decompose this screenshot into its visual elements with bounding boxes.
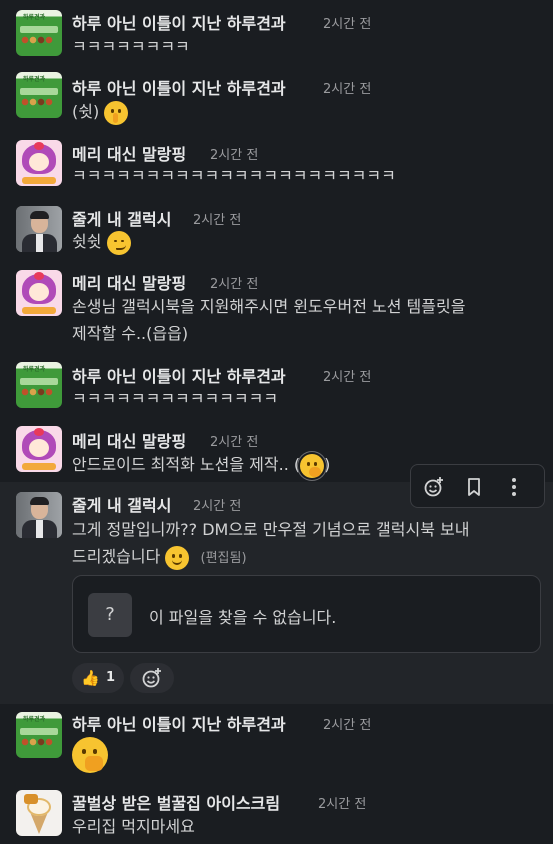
bookmark-icon xyxy=(468,478,480,496)
message-text: (쉿) xyxy=(72,98,129,126)
message-text: ㅋㅋㅋㅋㅋㅋㅋㅋㅋㅋㅋㅋㅋㅋㅋㅋㅋㅋㅋㅋㅋㅋ xyxy=(72,166,396,185)
username[interactable]: 메리 대신 말랑핑 xyxy=(72,270,186,294)
message-item: 메리 대신 말랑핑 2시간 전 손생님 갤럭시북을 지원해주시면 윈도우버전 노… xyxy=(0,262,553,356)
message-text: 그게 정말입니까?? DM으로 만우절 기념으로 갤럭시북 보내 xyxy=(72,520,470,539)
timestamp[interactable]: 2시간 전 xyxy=(210,144,258,163)
username[interactable]: 메리 대신 말랑핑 xyxy=(72,428,186,452)
message-item: 줄게 내 갤럭시 2시간 전 쉿쉿 xyxy=(0,196,553,262)
timestamp[interactable]: 2시간 전 xyxy=(318,793,366,812)
message-item: 하루견과 하루 아닌 이틀이 지난 하루견과 2시간 전 (쉿) xyxy=(0,64,553,130)
timestamp[interactable]: 2시간 전 xyxy=(193,495,241,514)
timestamp[interactable]: 2시간 전 xyxy=(323,366,371,385)
message-text: 쉿쉿 xyxy=(72,228,131,256)
username[interactable]: 줄게 내 갤럭시 xyxy=(72,206,171,230)
username[interactable]: 줄게 내 갤럭시 xyxy=(72,492,171,516)
add-reaction-button[interactable] xyxy=(130,663,174,693)
shushing-face-emoji xyxy=(104,100,129,125)
reaction-thumbs-up[interactable]: 👍 1 xyxy=(72,663,124,693)
message-item: 하루견과 하루 아닌 이틀이 지난 하루견과 2시간 전 ㅋㅋㅋㅋㅋㅋㅋㅋㅋㅋㅋ… xyxy=(0,356,553,420)
message-actions-toolbar xyxy=(410,464,545,508)
avatar[interactable]: 하루견과 xyxy=(16,362,62,408)
avatar[interactable] xyxy=(16,492,62,538)
add-reaction-toolbar-button[interactable] xyxy=(419,472,449,502)
timestamp[interactable]: 2시간 전 xyxy=(193,209,241,228)
avatar[interactable] xyxy=(16,140,62,186)
timestamp[interactable]: 2시간 전 xyxy=(323,78,371,97)
message-text: 안드로이드 최적화 노션을 제작.. () xyxy=(72,451,330,479)
timestamp[interactable]: 2시간 전 xyxy=(323,714,371,733)
avatar[interactable]: 하루견과 xyxy=(16,72,62,118)
add-reaction-icon xyxy=(142,668,161,688)
timestamp[interactable]: 2시간 전 xyxy=(323,13,371,32)
username[interactable]: 하루 아닌 이틀이 지난 하루견과 xyxy=(72,363,286,387)
message-item: 하루견과 하루 아닌 이틀이 지난 하루견과 2시간 전 xyxy=(0,704,553,778)
message-text: ㅋㅋㅋㅋㅋㅋㅋㅋ xyxy=(72,37,190,56)
message-item: 하루견과 하루 아닌 이틀이 지난 하루견과 2시간 전 ㅋㅋㅋㅋㅋㅋㅋㅋ xyxy=(0,0,553,64)
message-text: 드리겠습니다 (편집됨) xyxy=(72,543,247,573)
face-with-hand-over-mouth-emoji xyxy=(72,737,108,773)
avatar[interactable] xyxy=(16,790,62,836)
username[interactable]: 하루 아닌 이틀이 지난 하루견과 xyxy=(72,711,286,735)
message-text: 제작할 수..(읍읍) xyxy=(72,324,189,343)
thumbs-up-icon: 👍 xyxy=(81,669,100,687)
message-text: 손생님 갤럭시북을 지원해주시면 윈도우버전 노션 템플릿을 xyxy=(72,297,466,316)
avatar[interactable] xyxy=(16,270,62,316)
smirking-face-emoji xyxy=(106,230,131,255)
file-not-found-text: 이 파일을 찾을 수 없습니다. xyxy=(149,608,337,627)
username[interactable]: 하루 아닌 이틀이 지난 하루견과 xyxy=(72,10,286,34)
more-actions-button[interactable] xyxy=(499,472,529,502)
edited-label: (편집됨) xyxy=(200,551,247,566)
file-attachment[interactable]: ? 이 파일을 찾을 수 없습니다. xyxy=(72,575,541,653)
reaction-count: 1 xyxy=(106,670,116,685)
face-with-hand-over-mouth-emoji xyxy=(300,453,325,478)
more-vertical-icon xyxy=(512,478,516,496)
username[interactable]: 꿀벌상 받은 벌꿀집 아이스크림 xyxy=(72,790,280,814)
message-text: ㅋㅋㅋㅋㅋㅋㅋㅋㅋㅋㅋㅋㅋㅋ xyxy=(72,389,279,408)
username[interactable]: 하루 아닌 이틀이 지난 하루견과 xyxy=(72,75,286,99)
avatar[interactable] xyxy=(16,426,62,472)
timestamp[interactable]: 2시간 전 xyxy=(210,273,258,292)
add-reaction-icon xyxy=(424,477,443,497)
message-item: 메리 대신 말랑핑 2시간 전 ㅋㅋㅋㅋㅋㅋㅋㅋㅋㅋㅋㅋㅋㅋㅋㅋㅋㅋㅋㅋㅋㅋ xyxy=(0,130,553,196)
missing-file-icon: ? xyxy=(88,593,132,637)
timestamp[interactable]: 2시간 전 xyxy=(210,431,258,450)
message-text: 우리집 먹지마세요 xyxy=(72,817,195,836)
avatar[interactable] xyxy=(16,206,62,252)
avatar[interactable]: 하루견과 xyxy=(16,712,62,758)
bookmark-button[interactable] xyxy=(459,472,489,502)
avatar[interactable]: 하루견과 xyxy=(16,10,62,56)
slightly-smiling-face-emoji xyxy=(165,545,190,570)
message-item: 꿀벌상 받은 벌꿀집 아이스크림 2시간 전 우리집 먹지마세요 xyxy=(0,778,553,844)
